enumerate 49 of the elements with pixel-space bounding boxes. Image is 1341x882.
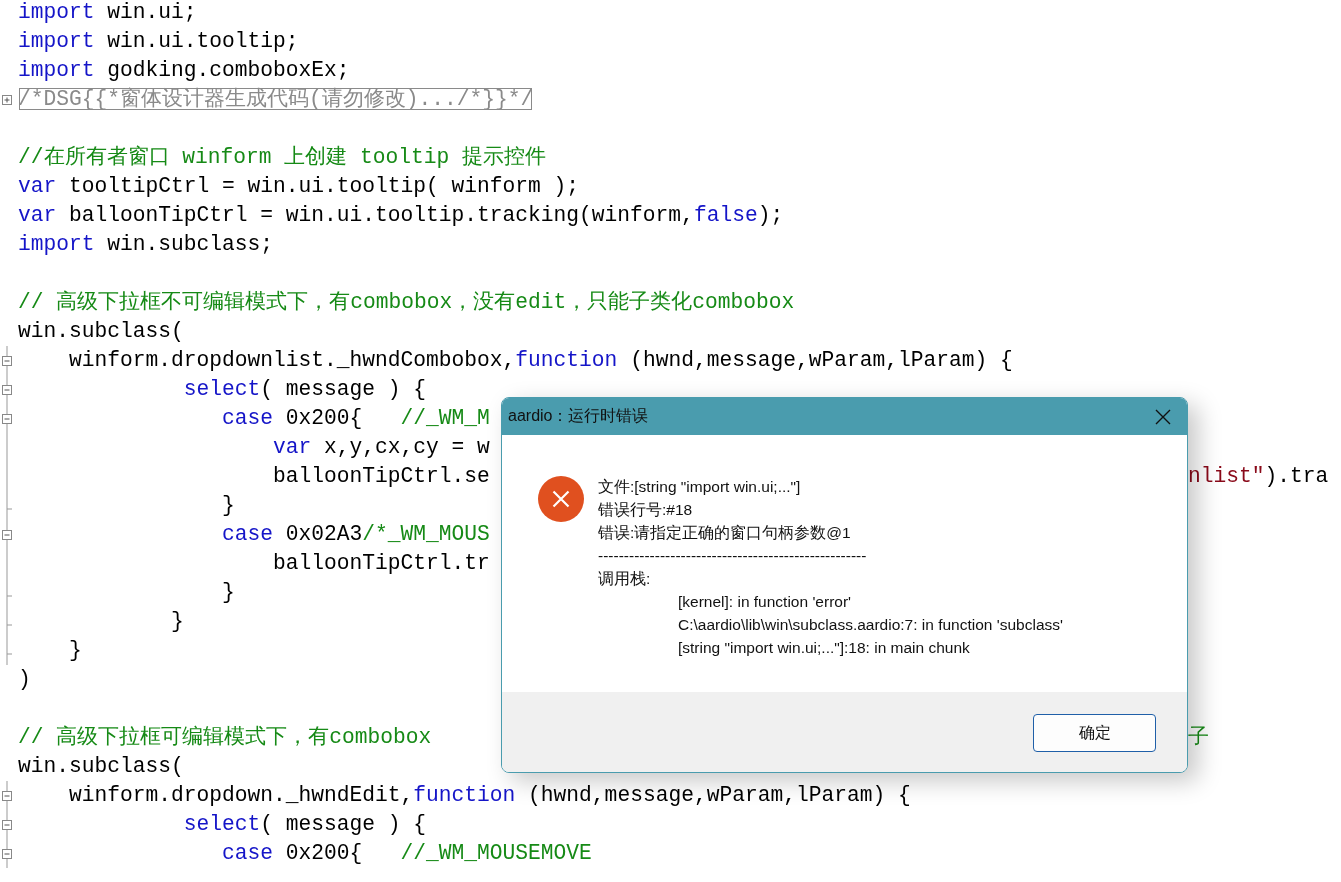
code-line: }: [221, 492, 235, 519]
code-line: balloonTipCtrl.se: [272, 463, 490, 490]
collapse-icon[interactable]: [2, 414, 12, 424]
code-fragment: 子: [1188, 724, 1209, 751]
code-line: }: [221, 579, 235, 606]
code-line: var x,y,cx,cy = w: [272, 434, 490, 461]
code-line: }: [68, 637, 82, 664]
expand-icon[interactable]: [2, 95, 12, 105]
collapse-icon[interactable]: [2, 849, 12, 859]
error-message: 文件:[string "import win.ui;..."]: [598, 477, 802, 497]
error-icon: [537, 475, 585, 523]
code-line: import win.ui.tooltip;: [18, 28, 299, 55]
stack-entry: [kernel]: in function 'error': [677, 592, 853, 612]
code-line: // 高级下拉框不可编辑模式下，有combobox，没有edit，只能子类化combobox: [18, 289, 795, 316]
code-line: //在所有者窗口 winform 上创建 tooltip 提示控件: [18, 144, 547, 171]
code-line: winform.dropdown._hwndEdit,function (hwnd,message,wParam,lParam) {: [68, 782, 911, 809]
code-line: import win.ui;: [18, 0, 197, 26]
dialog-title: aardio：运行时错误: [508, 406, 649, 426]
stack-entry: [string "import win.ui;..."]:18: in main chunk: [677, 638, 971, 658]
code-line: win.subclass(: [18, 318, 184, 345]
fold-end-line: [6, 491, 13, 520]
code-line: select( message ) {: [182, 811, 427, 838]
collapse-icon[interactable]: [2, 820, 12, 830]
code-fragment: nlist").tra: [1188, 463, 1329, 490]
collapse-icon[interactable]: [2, 385, 12, 395]
code-line: select( message ) {: [182, 376, 427, 403]
code-line: import godking.comboboxEx;: [18, 57, 350, 84]
code-line: }: [170, 608, 184, 635]
collapse-icon[interactable]: [2, 356, 12, 366]
code-line: var tooltipCtrl = win.ui.tooltip( winform );: [18, 173, 580, 200]
code-line: win.subclass(: [18, 753, 184, 780]
collapse-icon[interactable]: [2, 530, 12, 540]
close-icon: [1155, 408, 1171, 425]
code-line: case 0x200{ //_WM_M: [221, 405, 490, 432]
stack-label: 调用栈:: [598, 569, 652, 589]
error-message: 错误行号:#18: [598, 500, 694, 520]
code-line: ): [18, 666, 31, 693]
code-line: case 0x02A3/*_WM_MOUS: [221, 521, 490, 548]
error-message: 错误:请指定正确的窗口句柄参数@1: [598, 523, 852, 543]
code-line: balloonTipCtrl.tr: [272, 550, 490, 577]
code-line: case 0x200{ //_WM_MOUSEMOVE: [221, 840, 592, 867]
code-line: import win.subclass;: [18, 231, 274, 258]
code-line: winform.dropdownlist._hwndCombobox,function (hwnd,message,wParam,lParam) {: [68, 347, 1013, 374]
separator-text: ----------------------------------------------------: [598, 546, 868, 566]
code-line: // 高级下拉框可编辑模式下，有combobox: [18, 724, 432, 751]
collapse-icon[interactable]: [2, 791, 12, 801]
stack-entry: C:\aardio\lib\win\subclass.aardio:7: in function 'subclass': [677, 615, 1063, 635]
ok-button[interactable]: 确定: [1033, 714, 1156, 752]
code-line: var balloonTipCtrl = win.ui.tooltip.tracking(winform,false);: [18, 202, 784, 229]
